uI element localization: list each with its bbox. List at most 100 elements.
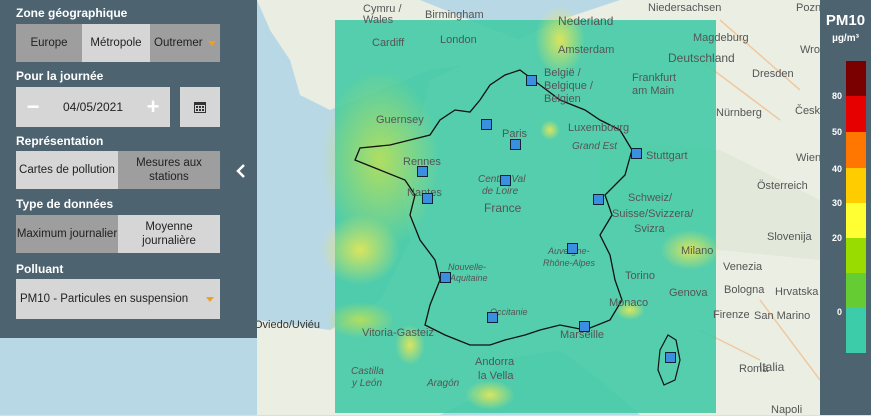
- pollutant-value: PM10 - Particules en suspension: [20, 293, 189, 305]
- map-label: France: [484, 201, 522, 215]
- legend-color-band: [846, 273, 866, 308]
- daily-max-button[interactable]: Maximum journalier: [16, 215, 118, 253]
- legend-tick: 40: [831, 164, 842, 174]
- zone-europe-button[interactable]: Europe: [16, 24, 82, 62]
- map-label: Monaco: [609, 297, 649, 309]
- calendar-icon: [194, 102, 206, 113]
- zone-title: Zone géographique: [16, 6, 128, 20]
- control-panel: Zone géographique Europe Métropole Outre…: [0, 0, 257, 338]
- station-marker[interactable]: [487, 312, 498, 323]
- pollutant-title: Polluant: [16, 262, 64, 276]
- station-measures-button[interactable]: Mesures aux stations: [118, 151, 220, 189]
- map-label: Grand Est: [572, 141, 618, 152]
- map-label: Luxembourg: [568, 122, 630, 134]
- map-label: Nürnberg: [716, 107, 762, 119]
- map-label: San Marino: [754, 310, 811, 322]
- day-title: Pour la journée: [16, 69, 104, 83]
- chevron-left-icon: [236, 164, 245, 178]
- legend-color-band: [846, 96, 866, 132]
- station-marker[interactable]: [631, 148, 642, 159]
- map-label: Stuttgart: [646, 150, 688, 162]
- legend-tick: 30: [831, 198, 842, 208]
- legend-color-band: [846, 61, 866, 96]
- map-label: Suisse/Svizzera/: [612, 208, 694, 220]
- station-marker[interactable]: [579, 321, 590, 332]
- legend-color-band: [846, 168, 866, 203]
- map-label: Nouvelle-: [448, 262, 487, 272]
- legend-color-band: [846, 132, 866, 168]
- legend-color-band: [846, 238, 866, 273]
- zone-outremer-label: Outremer: [154, 37, 203, 49]
- map-label: Cardiff: [372, 37, 405, 49]
- pollutant-select[interactable]: PM10 - Particules en suspension: [16, 279, 220, 319]
- map-label: Venezia: [723, 261, 763, 273]
- map-label: België /: [544, 67, 581, 79]
- legend-title: PM10: [825, 12, 866, 29]
- map-label: la Vella: [478, 370, 514, 382]
- station-marker[interactable]: [526, 75, 537, 86]
- chevron-down-icon: [206, 297, 214, 302]
- map-label: Aquitaine: [450, 273, 488, 283]
- station-marker[interactable]: [510, 139, 521, 150]
- previous-day-button[interactable]: −: [18, 87, 48, 127]
- map-label: y León: [352, 378, 383, 389]
- legend-unit: µg/m³: [832, 33, 859, 44]
- station-marker[interactable]: [593, 194, 604, 205]
- map-label: Hrvatska: [775, 286, 819, 298]
- legend-color-band: [846, 308, 866, 353]
- station-marker[interactable]: [417, 166, 428, 177]
- zone-outremer-dropdown[interactable]: Outremer: [150, 24, 220, 62]
- map-label: Roma: [739, 363, 769, 375]
- map-label: Aragón: [427, 378, 460, 389]
- legend-tick: 50: [831, 127, 842, 137]
- map-label: Belgien: [544, 93, 581, 105]
- pollution-maps-button[interactable]: Cartes de pollution: [16, 151, 118, 189]
- map-label: Castilla: [351, 366, 384, 377]
- map-label: Birmingham: [425, 9, 484, 21]
- date-picker: − 04/05/2021 +: [16, 87, 170, 127]
- station-marker[interactable]: [500, 175, 511, 186]
- legend-panel: PM10 µg/m³ 80 50 40 30 20 0: [820, 0, 871, 415]
- station-marker[interactable]: [481, 119, 492, 130]
- representation-title: Représentation: [16, 134, 104, 148]
- collapse-panel-button[interactable]: [232, 160, 250, 182]
- map-label: Rhône-Alpes: [543, 258, 596, 268]
- calendar-button[interactable]: [180, 87, 220, 127]
- legend-tick: 0: [836, 307, 842, 317]
- legend-tick: 80: [831, 91, 842, 101]
- station-marker[interactable]: [567, 243, 578, 254]
- map-label: Magdeburg: [693, 32, 749, 44]
- map-label: am Main: [632, 85, 675, 97]
- representation-selector: Cartes de pollution Mesures aux stations: [16, 151, 220, 189]
- map-label: Niedersachsen: [648, 2, 722, 14]
- zone-metropole-button[interactable]: Métropole: [82, 24, 150, 62]
- map-label: Andorra: [475, 356, 515, 368]
- map-label: Torino: [625, 270, 655, 282]
- map-label: de Loire: [482, 186, 519, 197]
- data-type-title: Type de données: [16, 197, 114, 211]
- map-label: Slovenija: [767, 231, 812, 243]
- map-label: Genova: [669, 287, 708, 299]
- date-value[interactable]: 04/05/2021: [48, 87, 138, 127]
- map-label: Wales: [363, 14, 394, 26]
- station-marker[interactable]: [440, 272, 451, 283]
- map-label: Schweiz/: [628, 192, 673, 204]
- chevron-down-icon: [208, 41, 216, 46]
- data-type-selector: Maximum journalier Moyenne journalière: [16, 215, 220, 253]
- station-marker[interactable]: [665, 352, 676, 363]
- map-label: Milano: [681, 245, 714, 257]
- map-label: Nederland: [558, 14, 614, 28]
- map-label: London: [440, 34, 477, 46]
- map-label: Napoli: [771, 404, 803, 416]
- map-label: Deutschland: [668, 51, 735, 65]
- map-label: Svizra: [634, 223, 665, 235]
- station-marker[interactable]: [422, 193, 433, 204]
- map-label: Dresden: [752, 68, 794, 80]
- map-label: Österreich: [757, 180, 808, 192]
- legend-color-band: [846, 203, 866, 238]
- legend-tick: 20: [831, 233, 842, 243]
- daily-mean-button[interactable]: Moyenne journalière: [118, 215, 220, 253]
- map-label: Firenze: [713, 309, 750, 321]
- map-label: Frankfurt: [632, 72, 677, 84]
- next-day-button[interactable]: +: [138, 87, 168, 127]
